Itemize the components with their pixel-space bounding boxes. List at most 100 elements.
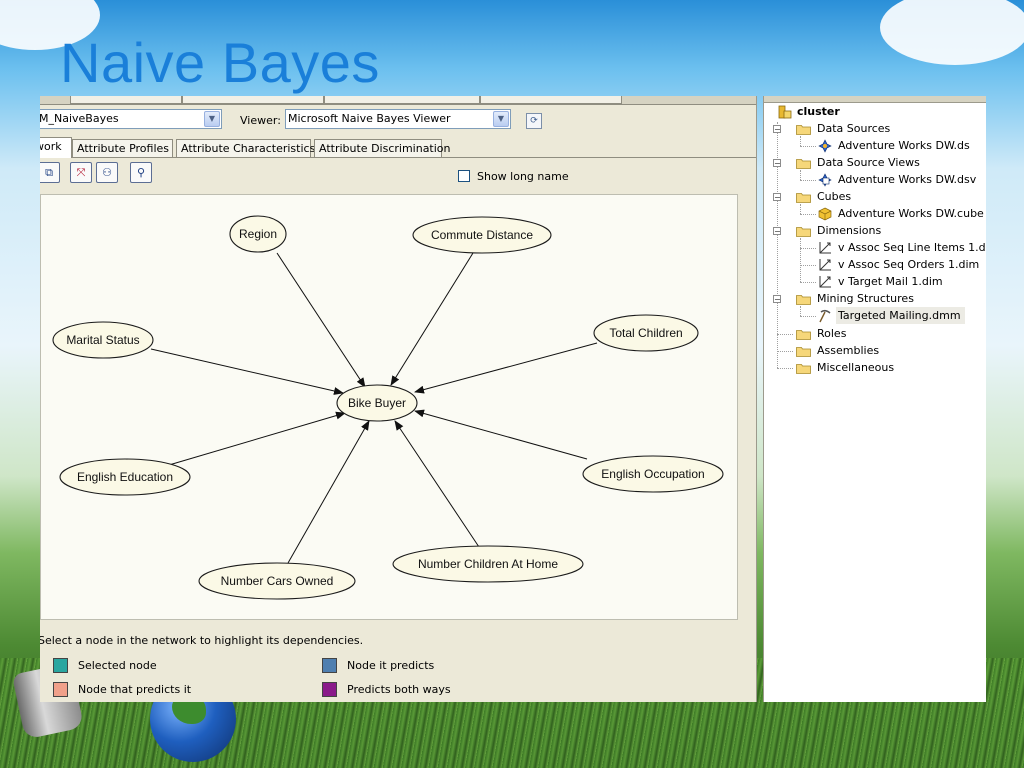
legend-label-node-that-predicts-it: Node that predicts it (78, 683, 192, 696)
fit-icon: ⤧ (76, 166, 86, 179)
collapse-icon[interactable]: − (773, 227, 781, 236)
tree-label: Targeted Mailing.dmm (838, 309, 961, 322)
folder-icon (796, 192, 811, 203)
tree-item-targeted-mailing-dmm[interactable]: Targeted Mailing.dmm (836, 307, 965, 324)
show-long-name-checkbox[interactable] (458, 170, 470, 182)
tab-label: work (40, 140, 62, 153)
copy-graph-button[interactable]: ⧉ (40, 162, 60, 183)
document-tab[interactable] (480, 96, 622, 104)
node-marital-status[interactable]: Marital Status (52, 321, 154, 359)
edge-marital-status (150, 348, 344, 395)
copy-icon: ⧉ (45, 166, 53, 179)
viewer-label: Viewer: (240, 114, 281, 127)
legend-label-predicts-both-ways: Predicts both ways (347, 683, 451, 696)
tab-label: Attribute Profiles (77, 142, 170, 155)
tree-line (800, 170, 801, 180)
mining-model-value: M_NaiveBayes (40, 112, 119, 125)
collapse-icon[interactable]: − (773, 159, 781, 168)
legend-swatch-predicts-both-ways (322, 682, 337, 697)
tree-line (800, 146, 816, 147)
slide-title: Naive Bayes (60, 31, 380, 94)
node-english-education[interactable]: English Education (59, 458, 191, 496)
viewer-value: Microsoft Naive Bayes Viewer (288, 112, 451, 125)
node-region[interactable]: Region (229, 215, 287, 253)
tree-item-dimension[interactable]: v Assoc Seq Orders 1.dim (838, 256, 979, 273)
tree-label: Adventure Works DW.dsv (838, 173, 977, 186)
tree-item-miscellaneous[interactable]: Miscellaneous (817, 359, 894, 376)
tree-line (800, 316, 816, 317)
tree-line (777, 334, 793, 335)
tree-item-data-source-views[interactable]: Data Source Views (817, 154, 920, 171)
tree-item-dimension[interactable]: v Target Mail 1.dim (838, 273, 943, 290)
layout-button[interactable]: ⚇ (96, 162, 118, 183)
tab-attribute-profiles[interactable]: Attribute Profiles (72, 139, 173, 157)
solution-explorer: cluster − Data Sources Adventure Works D… (763, 96, 986, 702)
node-number-children-at-home[interactable]: Number Children At Home (392, 545, 584, 583)
explorer-toolbar (764, 96, 986, 103)
tab-dependency-network[interactable]: work (40, 137, 72, 158)
edge-english-education (168, 411, 346, 466)
legend-label-selected-node: Selected node (78, 659, 157, 672)
folder-icon (796, 346, 811, 357)
chevron-down-icon[interactable]: ▼ (204, 111, 220, 127)
tree-line (800, 248, 816, 249)
tree-item-adventure-works-cube[interactable]: Adventure Works DW.cube (838, 205, 984, 222)
folder-icon (796, 294, 811, 305)
tree-item-dimension[interactable]: v Assoc Seq Line Items 1.dim (838, 239, 986, 256)
tree-item-roles[interactable]: Roles (817, 325, 846, 342)
tree-item-mining-structures[interactable]: Mining Structures (817, 290, 914, 307)
tree-item-data-sources[interactable]: Data Sources (817, 120, 890, 137)
mining-model-select[interactable]: M_NaiveBayes ▼ (40, 109, 222, 129)
cloud-decoration (880, 0, 1024, 65)
mining-model-viewer-window: M_NaiveBayes ▼ Viewer: Microsoft Naive B… (40, 96, 757, 702)
tree-item-assemblies[interactable]: Assemblies (817, 342, 879, 359)
document-tab[interactable] (324, 96, 480, 104)
collapse-icon[interactable]: − (773, 295, 781, 304)
tree-label: Data Sources (817, 122, 891, 135)
node-bike-buyer[interactable]: Bike Buyer (336, 384, 418, 422)
node-label: Marital Status (66, 333, 139, 347)
data-source-view-icon (818, 173, 832, 187)
edge-number-cars-owned (287, 420, 370, 564)
viewer-select[interactable]: Microsoft Naive Bayes Viewer ▼ (285, 109, 511, 129)
tree-label: Miscellaneous (817, 361, 895, 374)
folder-icon (796, 158, 811, 169)
zoom-to-fit-button[interactable]: ⤧ (70, 162, 92, 183)
tree-item-adventure-works-ds[interactable]: Adventure Works DW.ds (838, 137, 970, 154)
tab-divider (40, 157, 756, 158)
refresh-icon[interactable]: ⟳ (526, 113, 542, 129)
collapse-icon[interactable]: − (773, 125, 781, 134)
tab-attribute-discrimination[interactable]: Attribute Discrimination (314, 139, 451, 157)
collapse-icon[interactable]: − (773, 193, 781, 202)
folder-icon (796, 124, 811, 135)
tree-line (800, 238, 801, 282)
document-tab[interactable] (182, 96, 324, 104)
node-label: Bike Buyer (348, 396, 406, 410)
tree-line (800, 180, 816, 181)
dependency-network-canvas[interactable]: Region Commute Distance Marital Status T… (40, 194, 738, 620)
tree-label: Roles (817, 327, 847, 340)
tree-line (800, 214, 816, 215)
node-total-children[interactable]: Total Children (593, 314, 699, 352)
dependency-network-graph: Region Commute Distance Marital Status T… (52, 215, 724, 600)
tab-attribute-characteristics[interactable]: Attribute Characteristics (176, 139, 315, 157)
chevron-down-icon[interactable]: ▼ (493, 111, 509, 127)
tree-item-cubes[interactable]: Cubes (817, 188, 851, 205)
tree-line (800, 204, 801, 214)
document-tab[interactable] (70, 96, 182, 104)
node-label: English Education (77, 470, 173, 484)
node-number-cars-owned[interactable]: Number Cars Owned (198, 562, 356, 600)
tree-label: Adventure Works DW.ds (838, 139, 970, 152)
tree-item-adventure-works-dsv[interactable]: Adventure Works DW.dsv (838, 171, 976, 188)
tab-label: Attribute Discrimination (319, 142, 451, 155)
tree-item-dimensions[interactable]: Dimensions (817, 222, 881, 239)
tree-label: Data Source Views (817, 156, 920, 169)
pickaxe-icon (818, 309, 832, 323)
node-english-occupation[interactable]: English Occupation (582, 455, 724, 493)
tree-root-cluster[interactable]: cluster (797, 103, 840, 120)
dimension-icon (818, 275, 832, 289)
node-commute-distance[interactable]: Commute Distance (412, 216, 552, 254)
edge-english-occupation (414, 409, 588, 460)
data-source-icon (818, 139, 832, 153)
find-node-button[interactable]: ⚲ (130, 162, 152, 183)
